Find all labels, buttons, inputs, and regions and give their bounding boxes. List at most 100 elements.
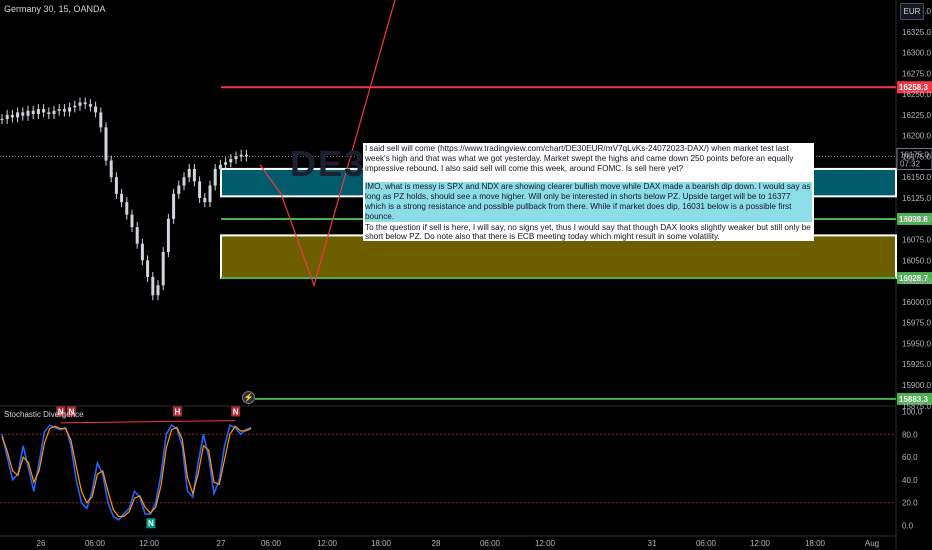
divergence-marker-label: N [233,408,239,417]
note-paragraph: To the question if sell is here, I will … [365,222,811,241]
candle-body [224,162,228,165]
candle-body [203,198,207,203]
candle-body [16,112,20,118]
price-tick-label: 16300.0 [902,49,931,58]
candle-body [161,252,165,286]
price-tick-label: 16025.0 [902,277,931,286]
candle-body [146,260,150,277]
candle-body [239,154,243,157]
price-tick-label: 15950.0 [902,339,931,348]
note-paragraph: I said sell will come (https://www.tradi… [365,144,794,173]
chart-title[interactable]: Germany 30, 15, OANDA [4,4,106,14]
price-tick-label: 16050.0 [902,256,931,265]
divergence-marker-label: N [148,519,154,528]
price-tick-label: 15925.0 [902,360,931,369]
candle-body [156,285,160,296]
price-tick-label: 16225.0 [902,111,931,120]
price-tick-label: 16275.0 [902,69,931,78]
candle-body [135,227,139,244]
divergence-marker-label: H [175,408,181,417]
candle-body [208,185,212,203]
candle-body [52,110,56,115]
candle-body [198,181,202,198]
candle-body [31,110,35,115]
candle-body [5,114,9,120]
candle-body [78,102,82,106]
time-tick-label: 18:00 [805,539,826,548]
stoch-tick-label: 40.0 [902,476,918,485]
stoch-tick-label: 80.0 [902,430,918,439]
candle-body [229,158,233,163]
divergence-line [60,420,236,424]
time-tick-label: 26 [37,539,46,548]
candle-body [42,109,46,113]
currency-selector[interactable]: EUR [900,3,924,20]
symbol-watermark: DE3 [290,143,367,184]
stoch-tick-label: 0.0 [902,522,914,531]
time-tick-label: 06:00 [261,539,282,548]
time-tick-label: 28 [432,539,441,548]
candle-body [94,106,98,113]
price-tick-label: 16125.0 [902,194,931,203]
price-tick-label: 16075.0 [902,236,931,245]
time-tick-label: 12:00 [317,539,338,548]
candle-body [166,218,170,253]
candle-body [57,109,61,111]
candle-body [192,168,196,182]
candle-body [151,276,155,296]
time-tick-label: 06:00 [480,539,501,548]
candle-body [73,105,77,108]
note-paragraph-highlight: IMO, what is messy is SPX and NDX are sh… [365,182,812,222]
candle-body [83,102,87,105]
lightning-icon[interactable]: ⚡ [242,391,255,404]
candle-body [21,112,25,116]
candle-body [177,185,181,194]
candle-body [47,112,51,115]
candle-body [218,164,222,169]
candle-body [99,112,103,128]
price-tick-label: 16150.0 [902,173,931,182]
time-tick-label: 06:00 [85,539,106,548]
price-tick-label: 15900.0 [902,381,931,390]
candle-body [26,110,30,116]
candle-body [172,193,176,219]
price-tick-label: 16175.0 [902,152,931,161]
candle-body [125,202,129,215]
stoch-tick-label: 20.0 [902,499,918,508]
candle-body [0,119,4,121]
candle-body [36,109,40,115]
candle-body [114,177,118,194]
time-tick-label: 31 [648,539,657,548]
time-tick-label: 27 [217,539,226,548]
indicator-label[interactable]: Stochastic Divergence [4,410,84,419]
chart-canvas[interactable]: 16258.316099.816028.715883.316175.007:32… [0,0,932,550]
stoch-series-line [1,424,252,521]
price-tick-label: 16250.0 [902,90,931,99]
candle-body [109,160,113,178]
candle-body [120,193,124,203]
price-tick-label: 16200.0 [902,132,931,141]
candle-body [187,168,191,178]
candle-body [244,154,248,157]
time-tick-label: 06:00 [696,539,717,548]
time-tick-label: 12:00 [750,539,771,548]
candle-body [68,107,72,112]
time-tick-label: 12:00 [535,539,556,548]
candle-body [10,114,14,118]
stoch-tick-label: 60.0 [902,453,918,462]
price-tick-label: 16325.0 [902,28,931,37]
time-tick-label: 18:00 [371,539,392,548]
candle-body [182,177,186,186]
stoch-tick-label: 100.0 [902,408,923,417]
time-tick-label: 12:00 [139,539,160,548]
candle-body [62,109,66,112]
price-tick-label: 16000.0 [902,298,931,307]
time-tick-label: Aug [865,539,879,548]
candle-body [234,156,238,159]
candle-body [213,168,217,186]
candle-body [140,243,144,261]
text-note[interactable]: I said sell will come (https://www.tradi… [363,143,814,241]
price-tick-label: 15975.0 [902,319,931,328]
candle-body [130,214,134,228]
candle-body [88,104,92,107]
